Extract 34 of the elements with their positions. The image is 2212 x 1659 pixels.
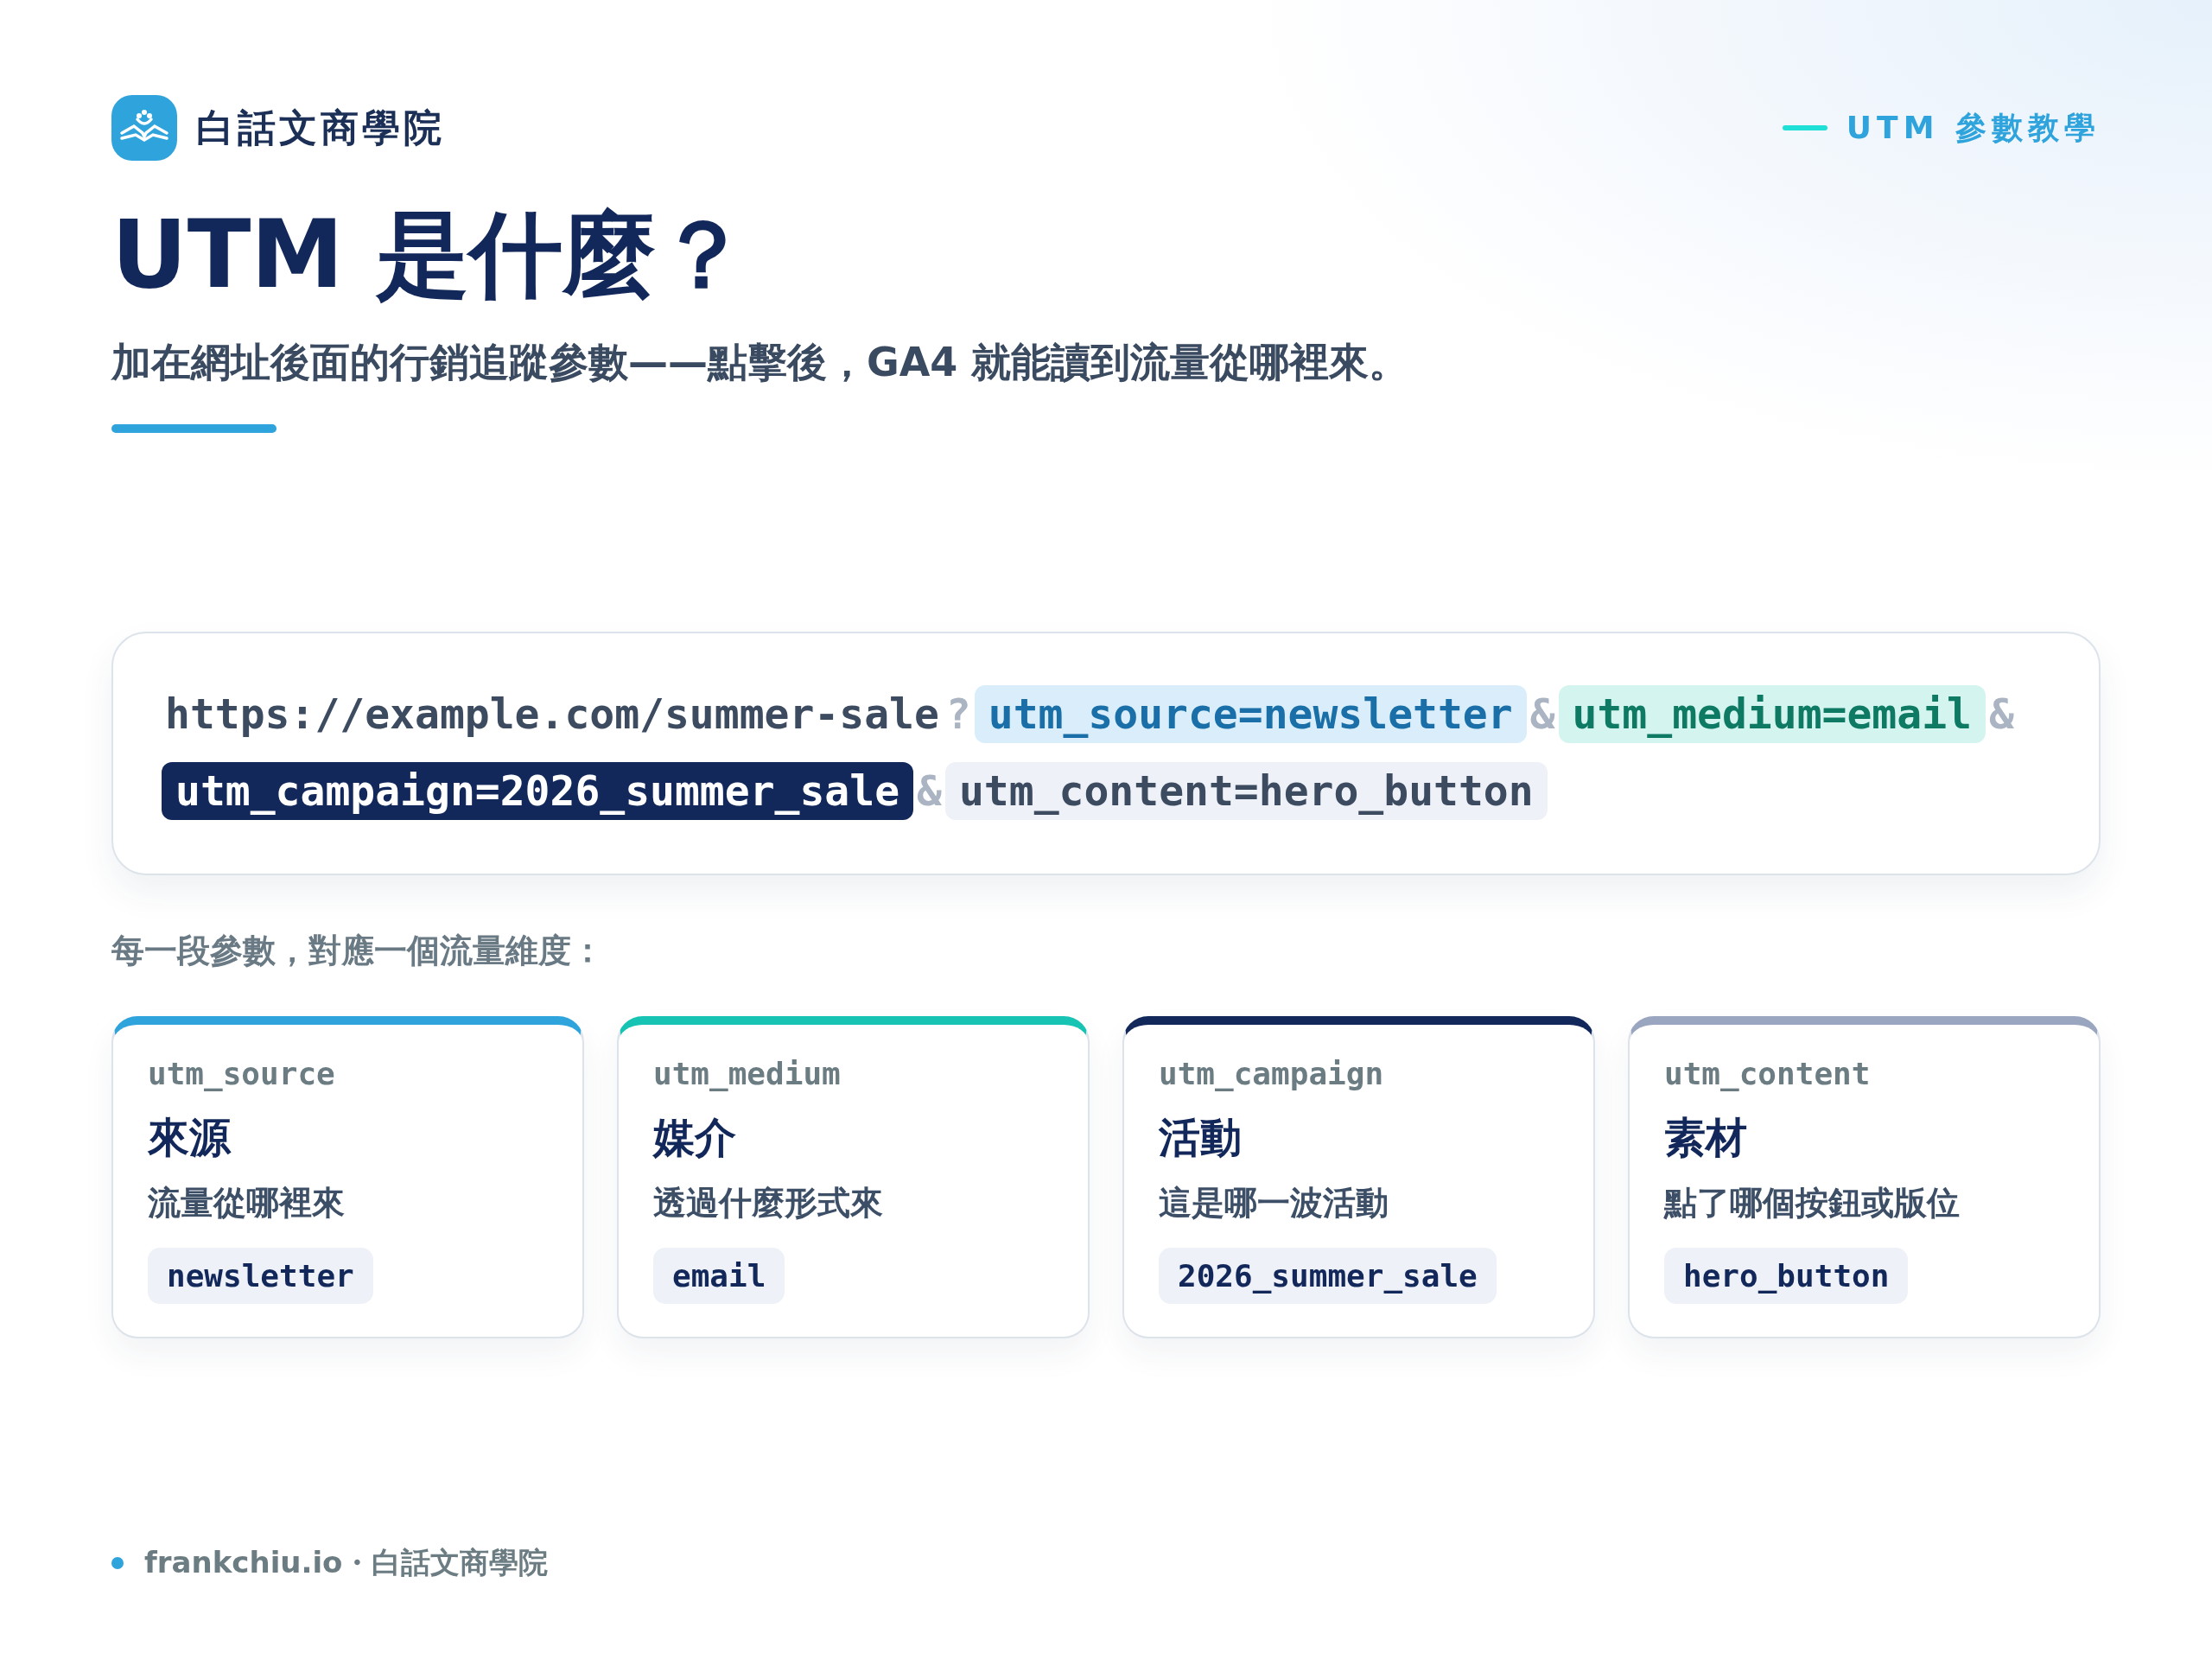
url-separator: & [1987, 688, 2015, 740]
bullet-dot [111, 1557, 124, 1569]
parameter-title: 媒介 [653, 1112, 736, 1164]
parameter-value: hero_button [1664, 1248, 1909, 1305]
parameter-key: utm_source [148, 1056, 335, 1092]
url-parameter: utm_source=newsletter [974, 684, 1527, 743]
parameter-title: 活動 [1159, 1112, 1242, 1164]
parameter-description: 這是哪一波活動 [1159, 1183, 1389, 1224]
book-logo-icon [111, 95, 177, 161]
parameter-value: email [653, 1248, 785, 1305]
parameter-key: utm_content [1664, 1056, 1871, 1092]
parameter-title: 來源 [148, 1112, 231, 1164]
accent-line [1782, 125, 1827, 130]
parameter-value: 2026_summer_sale [1159, 1248, 1497, 1305]
parameter-description: 透過什麼形式來 [653, 1183, 883, 1224]
page-title: UTM 是什麼？ [111, 204, 751, 307]
url-parameter: utm_content=hero_button [944, 762, 1548, 821]
url-base: https://example.com/summer-sale [164, 688, 940, 740]
parameter-value: newsletter [148, 1248, 373, 1305]
url-separator: ? [944, 688, 972, 740]
section-caption: 每一段參數，對應一個流量維度： [111, 931, 605, 972]
url-separator: & [916, 766, 943, 817]
parameter-key: utm_medium [653, 1056, 841, 1092]
brand-name: 白話文商學院 [196, 104, 445, 151]
parameter-description: 點了哪個按鈕或版位 [1664, 1183, 1960, 1224]
section-tag: UTM 參數教學 [1846, 106, 2101, 149]
subtitle: 加在網址後面的行銷追蹤參數——點擊後，GA4 就能讀到流量從哪裡來。 [111, 337, 1410, 387]
parameter-key: utm_campaign [1159, 1056, 1384, 1092]
parameter-description: 流量從哪裡來 [148, 1183, 345, 1224]
parameter-title: 素材 [1664, 1112, 1747, 1164]
url-parameter: utm_campaign=2026_summer_sale [162, 762, 914, 821]
url-parameter: utm_medium=email [1558, 684, 1986, 743]
url-separator: & [1529, 688, 1556, 740]
footer-text: frankchiu.io・白話文商學院 [144, 1544, 549, 1581]
